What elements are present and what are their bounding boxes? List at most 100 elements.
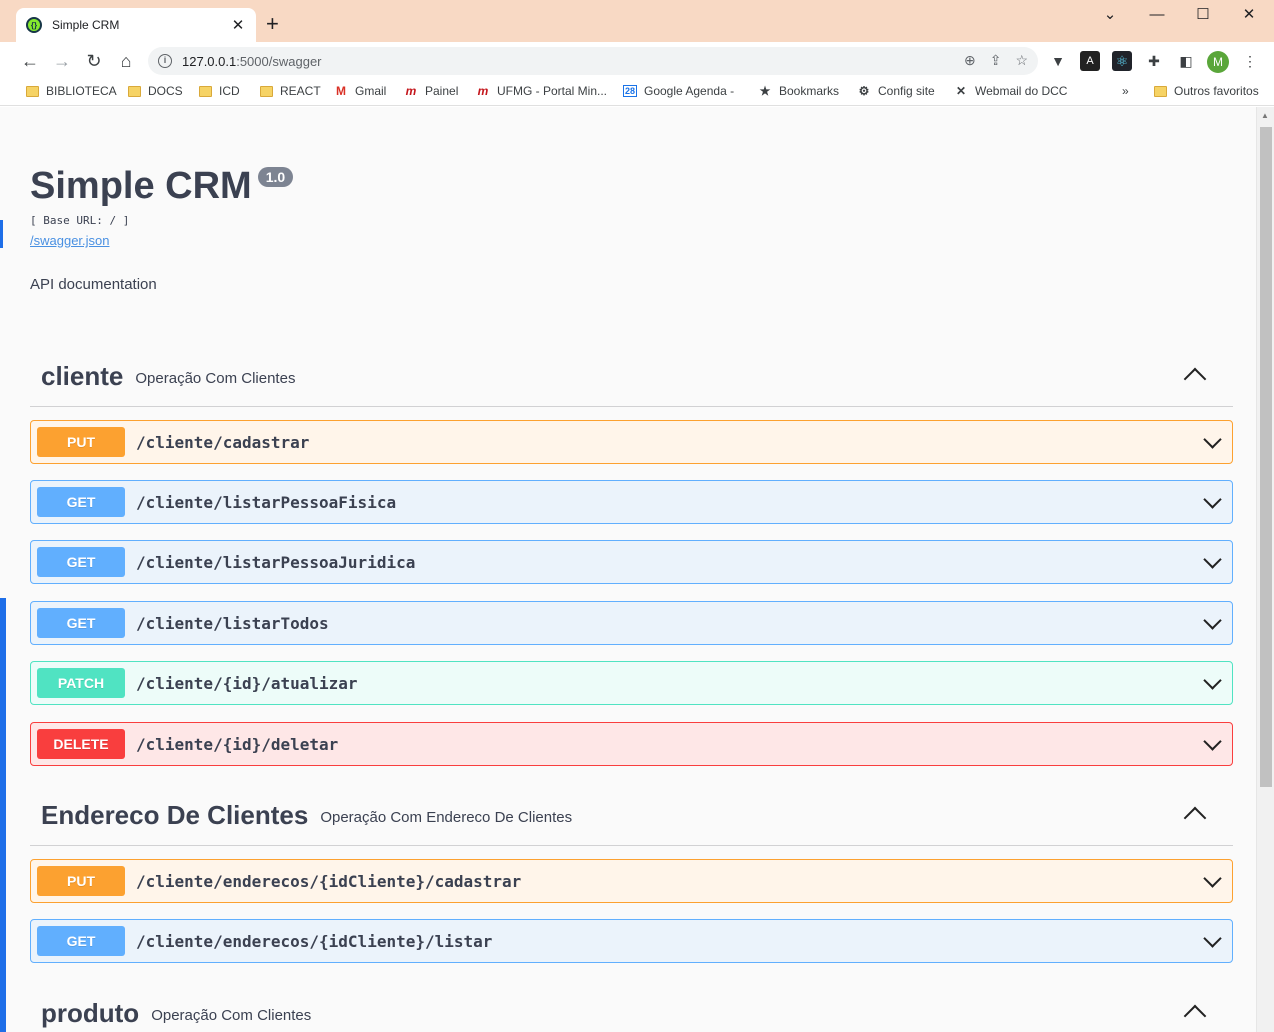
address-bar[interactable]: i 127.0.0.1:5000/swagger ⊕ ⇪ ☆ [148,47,1038,75]
menu-kebab-icon[interactable]: ⋮ [1240,51,1260,71]
bookmark-bookmarks[interactable]: ★ Bookmarks [758,84,839,98]
tag-header-cliente[interactable]: cliente Operação Com Clientes [30,347,1233,407]
profile-avatar[interactable]: M [1207,51,1229,73]
chevron-down-icon[interactable] [1203,732,1222,751]
tag-description: Operação Com Clientes [151,1007,312,1024]
operation-path: /cliente/listarPessoaFisica [136,492,397,512]
browser-toolbar: ← → ↻ ⌂ i 127.0.0.1:5000/swagger ⊕ ⇪ ☆ ▼… [0,42,1274,80]
url-host: 127.0.0.1 [182,53,237,69]
react-devtools-icon[interactable]: ⚛ [1112,51,1132,71]
close-window-button[interactable]: ✕ [1226,4,1272,26]
operation-path: /cliente/listarTodos [136,613,329,633]
side-panel-icon[interactable]: ◧ [1176,51,1196,71]
bookmark-icd[interactable]: ICD [199,84,240,98]
method-badge: PATCH [37,668,125,698]
operation-row[interactable]: PUT /cliente/cadastrar [30,420,1233,464]
bookmark-config-site[interactable]: ⚙ Config site [857,84,935,98]
tab-title: Simple CRM [52,18,120,32]
bookmark-ufmg-portal[interactable]: m UFMG - Portal Min... [476,84,607,98]
bookmark-gmail[interactable]: M Gmail [334,84,386,98]
chevron-down-icon[interactable] [1203,611,1222,630]
back-arrow-icon[interactable]: ← [19,50,41,72]
operation-path: /cliente/cadastrar [136,432,310,452]
vertical-scrollbar[interactable]: ▲ [1256,107,1274,1032]
browser-tab[interactable]: {} Simple CRM ✕ [16,8,256,42]
chevron-down-icon[interactable] [1203,929,1222,948]
bookmark-docs[interactable]: DOCS [128,84,183,98]
operation-row[interactable]: PUT /cliente/enderecos/{idCliente}/cadas… [30,859,1233,903]
close-tab-icon[interactable]: ✕ [230,16,246,34]
ufmg-icon: m [405,84,417,98]
folder-icon [128,85,141,97]
left-edge-marker [0,220,3,248]
gear-icon: ⚙ [858,84,870,98]
tag-description: Operação Com Endereco De Clientes [320,809,573,826]
operation-path: /cliente/listarPessoaJuridica [136,552,416,572]
gmail-icon: M [336,84,346,98]
bookmark-react[interactable]: REACT [260,84,321,98]
tag-header-endereco-de-clientes[interactable]: Endereco De Clientes Operação Com Endere… [30,786,1233,846]
operation-row[interactable]: PATCH /cliente/{id}/atualizar [30,661,1233,705]
scroll-up-arrow-icon[interactable]: ▲ [1261,111,1269,120]
chevron-down-icon[interactable] [1203,550,1222,569]
bookmark-star-icon[interactable]: ☆ [1015,52,1028,69]
chevron-down-icon[interactable] [1203,490,1222,509]
bookmarks-overflow-button[interactable]: » [1122,84,1129,98]
swagger-page: Simple CRM 1.0 [ Base URL: / ] /swagger.… [8,107,1256,1032]
omnibox-actions: ⊕ ⇪ ☆ [964,52,1028,69]
chevron-up-icon[interactable] [1183,1004,1207,1028]
folder-icon [26,85,39,97]
tag-name: Endereco De Clientes [41,800,309,830]
bookmark-biblioteca[interactable]: BIBLIOTECA [26,84,117,98]
api-title-row: Simple CRM 1.0 [30,165,294,208]
swagger-json-link[interactable]: /swagger.json [30,233,293,248]
bookmark-google-agenda[interactable]: 28 Google Agenda - [623,84,734,98]
reload-icon[interactable]: ↻ [83,50,105,72]
new-tab-button[interactable]: + [266,12,279,36]
tab-strip: {} Simple CRM ✕ + ⌄ — ☐ ✕ [0,0,1274,42]
operation-row[interactable]: GET /cliente/listarTodos [30,601,1233,645]
minimize-button[interactable]: — [1134,4,1180,26]
bookmark-webmail-dcc[interactable]: ✕ Webmail do DCC [954,84,1068,98]
tag-name: cliente [41,361,124,391]
folder-icon [199,85,212,97]
method-badge: GET [37,487,125,517]
bookmarks-bar: BIBLIOTECA DOCS ICD REACT M Gmail m Painel… [0,80,1274,106]
angular-devtools-icon[interactable]: A [1080,51,1100,71]
chevron-up-icon[interactable] [1183,367,1207,391]
method-badge: GET [37,547,125,577]
operation-row[interactable]: DELETE /cliente/{id}/deletar [30,722,1233,766]
extensions-icon[interactable]: ✚ [1144,51,1164,71]
site-info-icon[interactable]: i [158,54,172,68]
method-badge: GET [37,926,125,956]
vue-devtools-icon[interactable]: ▼ [1048,51,1068,71]
left-edge-marker [0,598,6,1032]
chevron-down-icon[interactable] [1203,869,1222,888]
scrollbar-thumb[interactable] [1260,127,1272,787]
chevron-down-icon[interactable] [1203,430,1222,449]
home-icon[interactable]: ⌂ [115,50,137,72]
chevron-down-icon[interactable] [1203,671,1222,690]
method-badge: PUT [37,427,125,457]
tag-header-produto[interactable]: produto Operação Com Clientes [30,984,1233,1032]
share-icon[interactable]: ⇪ [990,52,1002,69]
maximize-button[interactable]: ☐ [1180,4,1226,26]
operation-row[interactable]: GET /cliente/listarPessoaFisica [30,480,1233,524]
api-description: API documentation [30,276,157,293]
bookmark-other-favorites[interactable]: Outros favoritos [1154,84,1259,98]
folder-icon [1154,85,1167,97]
tab-search-icon[interactable]: ⌄ [1087,4,1133,26]
operation-path: /cliente/enderecos/{idCliente}/cadastrar [136,871,522,891]
operation-row[interactable]: GET /cliente/listarPessoaJuridica [30,540,1233,584]
api-info: Simple CRM 1.0 [ Base URL: / ] /swagger.… [30,165,294,293]
forward-arrow-icon[interactable]: → [51,50,73,72]
base-url: [ Base URL: / ] [30,214,130,227]
operation-row[interactable]: GET /cliente/enderecos/{idCliente}/lista… [30,919,1233,963]
tag-name: produto [41,998,140,1028]
zoom-icon[interactable]: ⊕ [964,52,976,69]
chevron-up-icon[interactable] [1183,806,1207,830]
operation-path: /cliente/{id}/atualizar [136,673,358,693]
bookmark-painel[interactable]: m Painel [404,84,459,98]
operation-path: /cliente/{id}/deletar [136,734,339,754]
url-path: :5000/swagger [236,53,322,69]
